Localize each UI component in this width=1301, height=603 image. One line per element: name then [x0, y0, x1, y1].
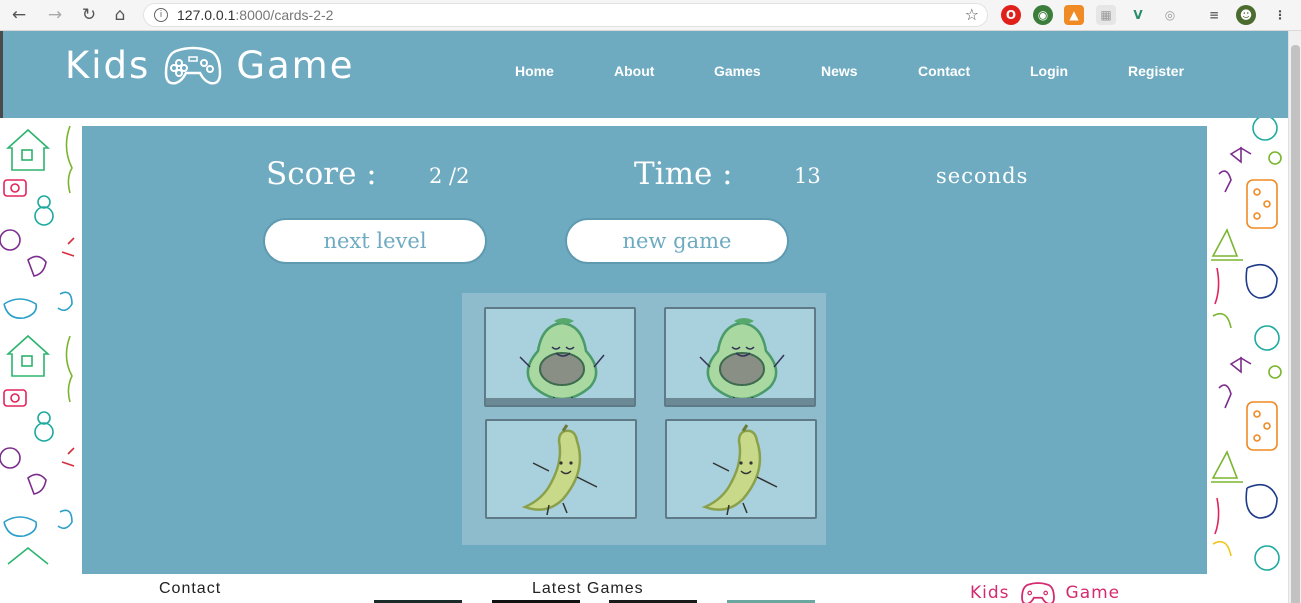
time-value: 13 [794, 164, 821, 188]
playlist-icon[interactable]: ≡ [1204, 5, 1224, 25]
logo-text-right: Game [236, 43, 355, 87]
vue-extension-icon[interactable]: V [1128, 5, 1148, 25]
footer-contact-title: Contact [159, 580, 222, 597]
site-info-icon[interactable]: i [154, 8, 168, 22]
memory-card-1[interactable] [484, 307, 636, 407]
nav-register[interactable]: Register [1128, 63, 1184, 79]
home-icon[interactable]: ⌂ [107, 2, 133, 28]
site-footer: Contact Latest Games Kids Game [82, 574, 1207, 603]
doodle-pattern-right [1211, 118, 1282, 571]
back-icon[interactable]: ← [6, 2, 32, 28]
bookmark-star-icon[interactable]: ☆ [965, 5, 979, 24]
nav-contact[interactable]: Contact [918, 63, 970, 79]
logo-text-left: Kids [65, 43, 151, 87]
avocado-icon [699, 318, 785, 405]
address-url: 127.0.0.1:8000/cards-2-2 [177, 7, 334, 23]
target-extension-icon[interactable]: ◎ [1160, 5, 1180, 25]
address-bar[interactable]: i 127.0.0.1:8000/cards-2-2 ☆ [143, 3, 988, 27]
footer-latest-games-title: Latest Games [532, 580, 644, 597]
opera-extension-icon[interactable]: O [1001, 5, 1021, 25]
page-scrollbar[interactable] [1288, 31, 1301, 603]
grid-extension-icon[interactable]: ▦ [1096, 5, 1116, 25]
browser-toolbar: ← → ↻ ⌂ i 127.0.0.1:8000/cards-2-2 ☆ O ◉… [0, 0, 1301, 31]
nav-games[interactable]: Games [714, 63, 761, 79]
time-unit: seconds [936, 164, 1029, 188]
doodle-pattern-left [0, 125, 75, 565]
new-game-button[interactable]: new game [565, 218, 789, 264]
nav-news[interactable]: News [821, 63, 858, 79]
memory-card-4[interactable] [665, 419, 817, 519]
card-caption-strip [666, 398, 814, 405]
footer-logo-text-right: Game [1065, 583, 1121, 603]
nav-login[interactable]: Login [1030, 63, 1068, 79]
banana-icon [521, 424, 598, 516]
right-doodle-border [1207, 118, 1288, 578]
time-label: Time : [634, 156, 733, 192]
next-level-button[interactable]: next level [263, 218, 487, 264]
card-caption-strip [486, 398, 634, 405]
avocado-icon [519, 318, 605, 405]
fox-extension-icon[interactable]: ▲ [1064, 5, 1084, 25]
site-logo[interactable]: Kids Game [65, 43, 354, 87]
nav-home[interactable]: Home [515, 63, 554, 79]
score-label: Score : [266, 156, 377, 192]
site-header: Kids Game Home About Games News Contact … [0, 31, 1288, 118]
nav-about[interactable]: About [614, 63, 654, 79]
forward-icon[interactable]: → [42, 2, 68, 28]
game-panel: Score : 2 /2 Time : 13 seconds next leve… [82, 126, 1207, 574]
score-value: 2 /2 [429, 164, 470, 188]
reload-icon[interactable]: ↻ [76, 2, 102, 28]
gamepad-icon [165, 46, 222, 85]
footer-logo[interactable]: Kids Game [970, 580, 1120, 603]
scrollbar-thumb[interactable] [1291, 45, 1300, 603]
menu-kebab-icon[interactable]: ⋮ [1270, 5, 1290, 25]
card-board [462, 293, 826, 545]
memory-card-3[interactable] [485, 419, 637, 519]
memory-card-2[interactable] [664, 307, 816, 407]
banana-icon [701, 424, 778, 516]
left-doodle-border [0, 118, 82, 578]
footer-logo-text-left: Kids [970, 583, 1010, 603]
profile-avatar[interactable]: ☻ [1236, 5, 1256, 25]
globe-extension-icon[interactable]: ◉ [1033, 5, 1053, 25]
gamepad-icon [1020, 582, 1055, 603]
